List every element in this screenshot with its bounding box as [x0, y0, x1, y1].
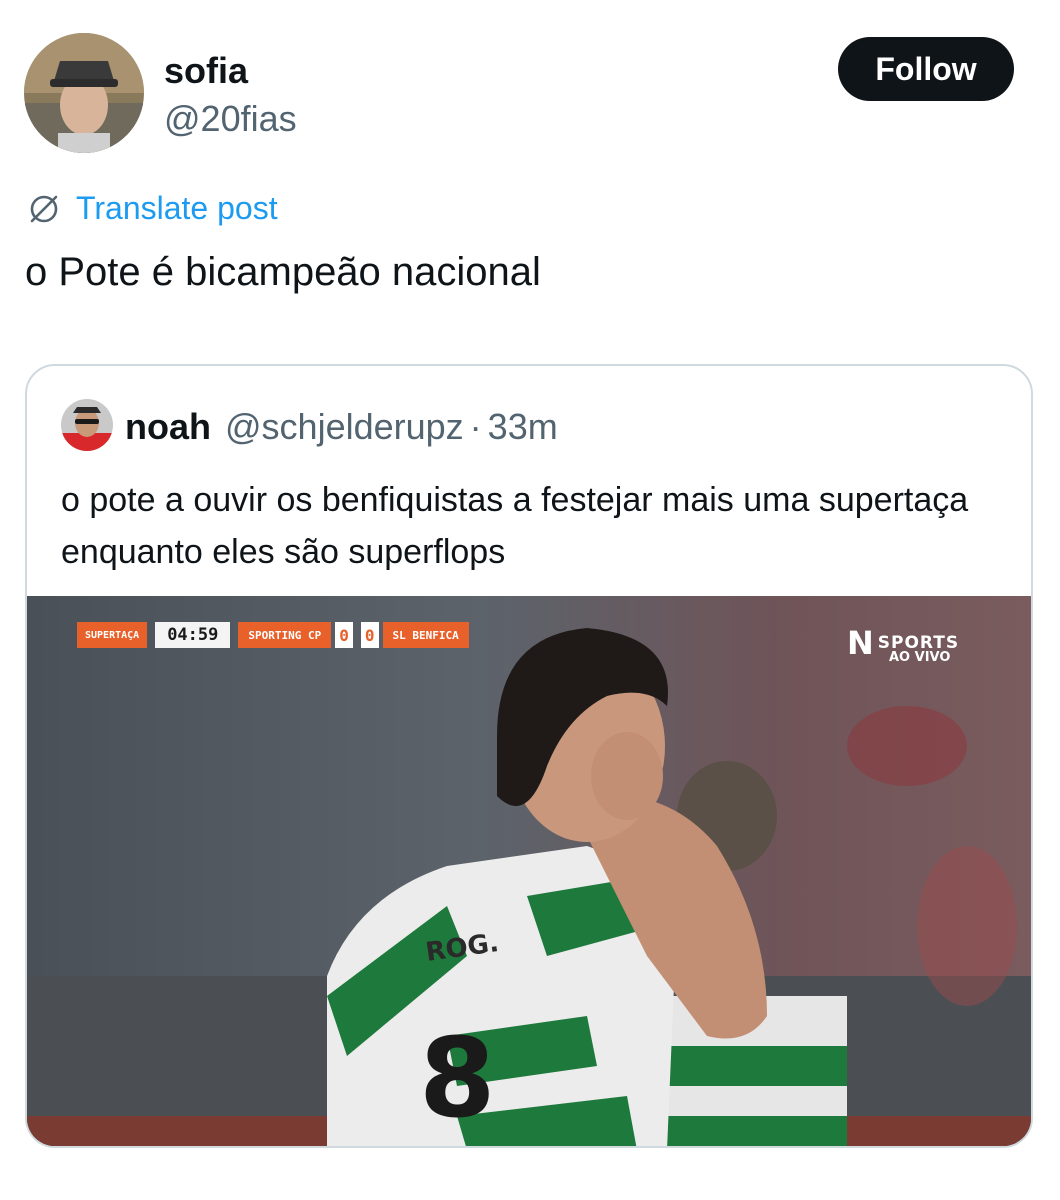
live-label: AO VIVO — [889, 650, 951, 665]
quoted-post-text: o pote a ouvir os benfiquistas a festeja… — [61, 481, 969, 571]
match-clock: 04:59 — [155, 622, 231, 648]
home-team: SPORTING CP — [238, 622, 332, 648]
author-handle[interactable]: @20fias — [164, 98, 297, 140]
svg-text:8: 8 — [419, 1014, 496, 1142]
quoted-post-time[interactable]: 33m — [488, 406, 558, 448]
author-avatar[interactable] — [24, 33, 144, 153]
translate-post-link[interactable]: Translate post — [26, 190, 278, 227]
translate-label: Translate post — [76, 190, 278, 226]
quoted-post[interactable]: noah @schjelderupz · 33m o pote a ouvir … — [25, 364, 1033, 1148]
quoted-author-avatar[interactable] — [61, 399, 113, 451]
post-text: o Pote é bicampeão nacional — [25, 250, 541, 294]
scoreboard: SUPERTAÇA 04:59 SPORTING CP 0 0 SL BENFI… — [77, 622, 469, 648]
match-photo: 8 ROG. — [27, 596, 1031, 1146]
follow-button[interactable]: Follow — [838, 37, 1014, 101]
away-team: SL BENFICA — [382, 622, 469, 648]
away-score: 0 — [360, 622, 379, 648]
quoted-author-name[interactable]: noah — [125, 406, 211, 448]
quoted-author-handle[interactable]: @schjelderupz — [225, 406, 464, 448]
quoted-post-image[interactable]: 8 ROG. SUPERTAÇA 04:59 SPORTING CP 0 0 S… — [27, 596, 1031, 1146]
home-score: 0 — [335, 622, 353, 648]
competition-logo: SUPERTAÇA — [77, 622, 148, 648]
broadcaster-logo: N SPORTS AO VIVO — [847, 624, 959, 665]
globe-slash-icon — [26, 191, 62, 227]
separator-dot: · — [469, 406, 482, 447]
broadcaster-mark: N — [847, 624, 874, 662]
quoted-post-header: noah @schjelderupz · 33m — [125, 406, 558, 448]
author-name[interactable]: sofia — [164, 50, 248, 92]
